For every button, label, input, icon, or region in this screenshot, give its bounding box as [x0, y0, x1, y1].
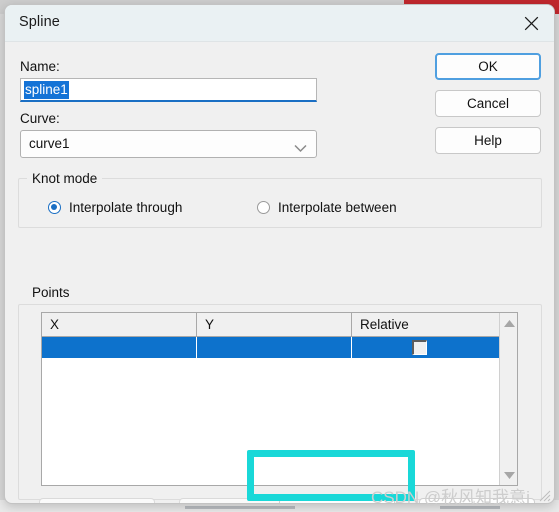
name-input-value: spline1: [24, 81, 69, 99]
column-header-x[interactable]: X: [42, 313, 197, 336]
close-icon[interactable]: [508, 5, 554, 41]
name-input[interactable]: spline1: [20, 78, 317, 102]
dialog-title: Spline: [19, 14, 60, 30]
dialog-titlebar[interactable]: Spline: [5, 5, 554, 42]
ok-button[interactable]: OK: [435, 53, 541, 80]
radio-interpolate-between-label: Interpolate between: [278, 200, 397, 215]
column-header-y[interactable]: Y: [197, 313, 352, 336]
relative-checkbox[interactable]: [412, 340, 427, 355]
name-label: Name:: [20, 59, 60, 74]
insert-button[interactable]: Insert: [39, 498, 155, 503]
cell-y[interactable]: [197, 337, 352, 358]
background-window-control-hint-left: [185, 506, 295, 509]
scroll-up-arrow-icon[interactable]: [500, 313, 517, 333]
cancel-button[interactable]: Cancel: [435, 90, 541, 117]
import-export-button[interactable]: Import/Export: [279, 498, 395, 503]
points-table[interactable]: X Y Relative: [41, 312, 518, 486]
help-button[interactable]: Help: [435, 127, 541, 154]
column-header-relative[interactable]: Relative: [352, 313, 499, 336]
spline-dialog: Spline Name: spline1 Curve: curve1 OK Ca…: [4, 4, 555, 504]
table-row[interactable]: [42, 337, 499, 359]
points-table-body: X Y Relative: [42, 313, 499, 485]
cell-relative[interactable]: [352, 337, 499, 358]
radio-interpolate-between[interactable]: Interpolate between: [257, 200, 397, 215]
cell-x[interactable]: [42, 337, 197, 358]
chevron-down-icon: [294, 140, 307, 158]
radio-selected-icon: [48, 201, 61, 214]
clear-button[interactable]: Clear: [419, 498, 535, 503]
dialog-body: Name: spline1 Curve: curve1 OK Cancel He…: [5, 42, 554, 503]
radio-unselected-icon: [257, 201, 270, 214]
background-window-control-hint-right: [440, 506, 500, 509]
points-group-title: Points: [27, 285, 75, 300]
delete-button[interactable]: Delete: [179, 498, 295, 503]
radio-interpolate-through-label: Interpolate through: [69, 200, 183, 215]
points-table-scrollbar[interactable]: [499, 313, 517, 485]
scroll-down-arrow-icon[interactable]: [500, 465, 517, 485]
curve-select-value: curve1: [29, 136, 70, 151]
resize-grip[interactable]: [537, 488, 551, 502]
curve-select[interactable]: curve1: [20, 130, 317, 158]
points-table-header-row: X Y Relative: [42, 313, 499, 337]
curve-label: Curve:: [20, 111, 60, 126]
knot-mode-group-title: Knot mode: [27, 171, 103, 186]
radio-interpolate-through[interactable]: Interpolate through: [48, 200, 182, 215]
